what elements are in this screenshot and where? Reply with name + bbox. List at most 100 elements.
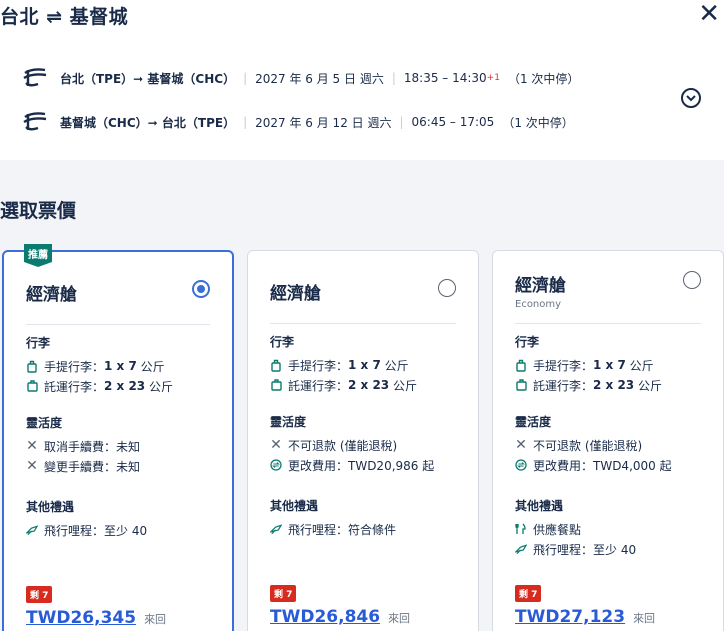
separator: | [399,115,404,129]
perks-title: 其他禮遇 [270,499,319,513]
flexibility-title: 靈活度 [270,415,307,429]
mileage-icon [270,522,282,536]
divider [515,323,701,324]
trip-type: 來回 [633,612,656,625]
fare-card-1[interactable]: 推薦 經濟艙 行李 手提行李： 1 x 7 公斤 託運行李： 2 x 23 公斤 靈… [2,244,234,631]
perks-title: 其他禮遇 [26,500,75,514]
carry-on-label: 手提行李： [44,359,105,374]
seats-left-badge: 剩 7 [26,586,53,603]
carry-on-label: 手提行李： [288,358,349,373]
checked-bag-value: 2 x 23 [104,379,146,393]
flex-text: 更改費用：TWD20,986 起 [288,458,435,473]
baggage-title: 行李 [270,335,295,349]
separator: | [243,71,248,85]
perk-text: 飛行哩程：至少 40 [533,542,637,557]
fare-radio[interactable] [192,280,210,298]
checked-bag-value: 2 x 23 [593,378,635,392]
carry-on-bag-icon [270,358,282,372]
flexibility-title: 靈活度 [515,415,552,429]
carry-on-value: 1 x 7 [104,359,137,373]
perks-title: 其他禮遇 [515,499,564,513]
separator: | [243,115,248,129]
fare-card-2[interactable]: 經濟艙 行李 手提行李： 1 x 7 公斤 託運行李： 2 x 23 公斤 靈活度 … [247,250,479,631]
seats-left-badge: 剩 7 [270,585,297,602]
recommended-badge: 推薦 [24,244,52,267]
separator: | [391,71,396,85]
baggage-section: 行李 手提行李： 1 x 7 公斤 託運行李： 2 x 23 公斤 [270,333,468,395]
carry-on-row: 手提行李： 1 x 7 公斤 [270,355,468,375]
return-date: 2027 年 6 月 12 日 週六 [255,115,392,130]
flex-row: ✕ 不可退款 (僅能退稅) [270,435,468,455]
carry-on-bag-icon [515,358,527,372]
carry-on-unit: 公斤 [140,359,165,374]
checked-bag-row: 託運行李： 2 x 23 公斤 [270,375,468,395]
checked-bag-unit: 公斤 [393,378,418,393]
flex-text: 不可退款 (僅能退稅) [533,438,643,453]
fare-radio[interactable] [683,271,701,289]
cross-icon: ✕ [26,458,38,474]
checked-bag-unit: 公斤 [638,378,663,393]
checked-bag-label: 託運行李： [533,378,594,393]
perks-section: 其他禮遇 飛行哩程：符合條件 [270,497,468,539]
cabin-class: 經濟艙 [26,285,77,305]
price-link[interactable]: TWD27,123 [515,607,625,627]
carry-on-bag-icon [26,359,38,373]
flex-row: 更改費用：TWD4,000 起 [515,455,713,475]
close-icon[interactable]: ✕ [698,0,720,28]
change-fee-icon [270,458,282,472]
price-link[interactable]: TWD26,846 [270,607,380,627]
cabin-class-english: Economy [515,299,562,310]
divider [26,324,210,325]
baggage-title: 行李 [515,335,540,349]
perk-text: 供應餐點 [533,522,582,537]
flexibility-title: 靈活度 [26,416,63,430]
flex-row: ✕ 不可退款 (僅能退稅) [515,435,713,455]
carry-on-row: 手提行李： 1 x 7 公斤 [26,356,222,376]
fare-radio[interactable] [438,279,456,297]
return-time: 06:45 – 17:05 [411,115,495,129]
chevron-down-icon[interactable] [681,88,701,108]
perk-row: 飛行哩程：符合條件 [270,519,468,539]
flex-text: 變更手續費：未知 [44,459,141,474]
flexibility-section: 靈活度 ✕ 取消手續費：未知 ✕ 變更手續費：未知 [26,414,222,476]
price-link[interactable]: TWD26,345 [26,608,136,628]
flexibility-section: 靈活度 ✕ 不可退款 (僅能退稅) 更改費用：TWD4,000 起 [515,413,713,475]
perk-row: 飛行哩程：至少 40 [515,539,713,559]
checked-bag-icon [270,378,282,392]
outbound-flight-row: 台北（TPE）➞ 基督城（CHC） | 2027 年 6 月 5 日 週六 | … [22,66,579,90]
checked-bag-unit: 公斤 [149,379,174,394]
outbound-time: 18:35 – 14:30 [403,71,487,85]
checked-bag-icon [515,378,527,392]
trip-type: 來回 [144,613,167,626]
flex-row: ✕ 取消手續費：未知 [26,436,222,456]
checked-bag-label: 託運行李： [288,378,349,393]
day-offset: +1 [486,73,500,83]
return-route: 基督城（CHC）➞ 台北（TPE） [60,115,236,130]
flexibility-section: 靈活度 ✕ 不可退款 (僅能退稅) 更改費用：TWD20,986 起 [270,413,468,475]
perk-text: 飛行哩程：符合條件 [288,522,397,537]
airline-logo-icon [23,112,47,131]
outbound-stops: （1 次中停） [507,71,580,86]
carry-on-unit: 公斤 [384,358,409,373]
perk-row: 供應餐點 [515,519,713,539]
carry-on-label: 手提行李： [533,358,594,373]
mileage-icon [26,523,38,537]
checked-bag-row: 託運行李： 2 x 23 公斤 [515,375,713,395]
price-row: TWD26,345 來回 [26,608,166,628]
return-flight-row: 基督城（CHC）➞ 台北（TPE） | 2027 年 6 月 12 日 週六 |… [22,110,574,134]
route-title: 台北 ⇌ 基督城 [0,6,129,28]
cross-icon: ✕ [515,437,527,453]
outbound-route: 台北（TPE）➞ 基督城（CHC） [60,71,236,86]
checked-bag-icon [26,379,38,393]
change-fee-icon [515,458,527,472]
mileage-icon [515,542,527,556]
price-row: TWD27,123 來回 [515,607,655,627]
carry-on-value: 1 x 7 [593,358,626,372]
fare-card-3[interactable]: 經濟艙 Economy 行李 手提行李： 1 x 7 公斤 託運行李： 2 x 23… [492,250,724,631]
carry-on-value: 1 x 7 [348,358,381,372]
meal-icon [515,522,527,536]
divider [270,323,456,324]
baggage-section: 行李 手提行李： 1 x 7 公斤 託運行李： 2 x 23 公斤 [26,334,222,396]
outbound-date: 2027 年 6 月 5 日 週六 [255,71,384,86]
baggage-section: 行李 手提行李： 1 x 7 公斤 託運行李： 2 x 23 公斤 [515,333,713,395]
